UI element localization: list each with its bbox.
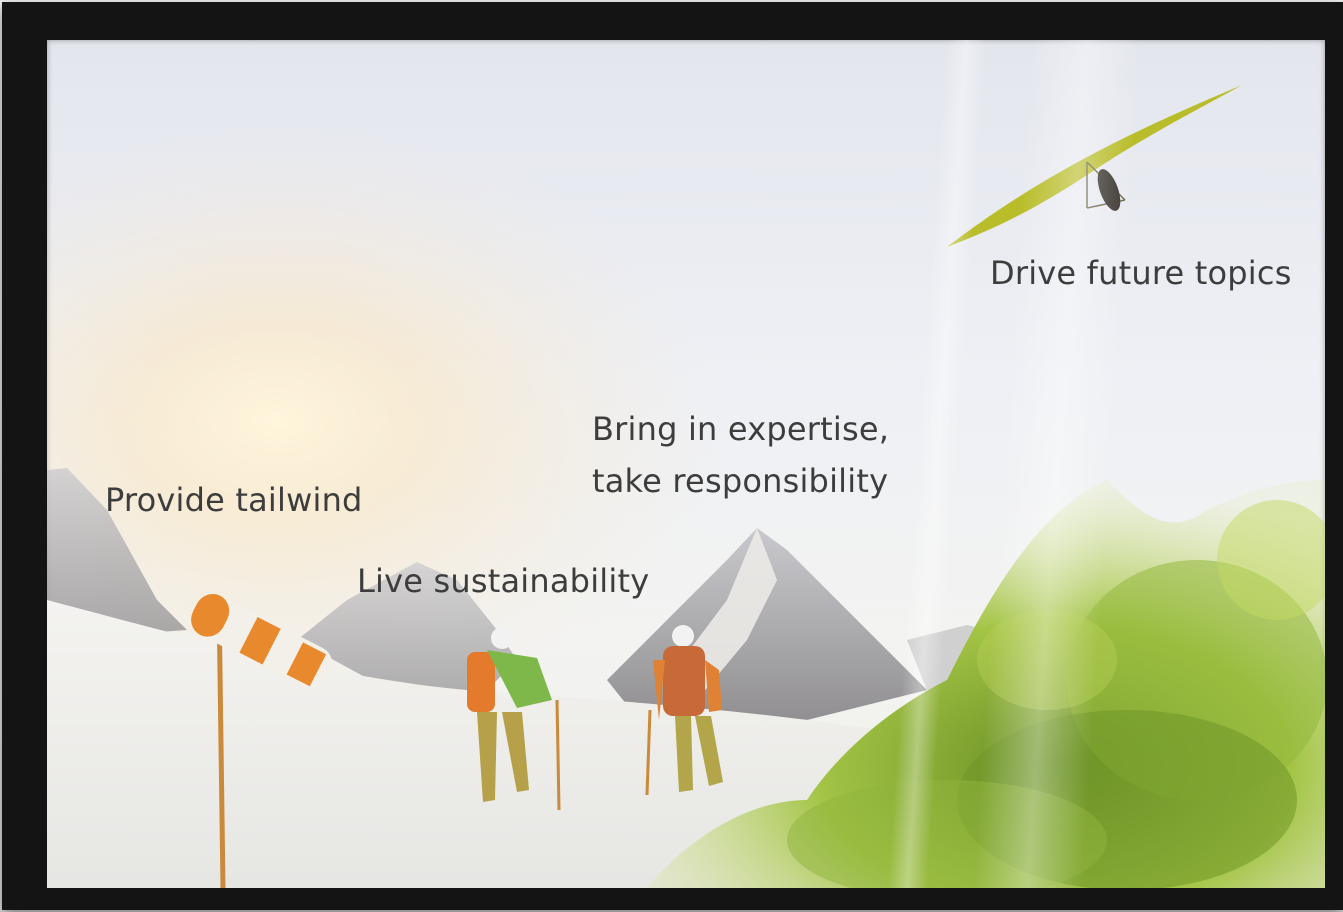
live-sustainability-label: Live sustainability xyxy=(357,555,649,607)
drive-future-topics-label: Drive future topics xyxy=(990,247,1292,299)
provide-tailwind-text: Provide tailwind xyxy=(105,481,363,519)
live-sustainability-text: Live sustainability xyxy=(357,562,650,600)
bring-expertise-line1: Bring in expertise, xyxy=(592,410,890,448)
drive-future-topics-text: Drive future topics xyxy=(990,254,1292,292)
provide-tailwind-label: Provide tailwind xyxy=(105,474,363,526)
bring-expertise-label: Bring in expertise, take responsibility xyxy=(592,403,889,507)
bring-expertise-line2: take responsibility xyxy=(592,462,889,500)
framed-photo: Drive future topics Bring in expertise, … xyxy=(47,40,1325,888)
picture-frame: Drive future topics Bring in expertise, … xyxy=(2,2,1343,910)
